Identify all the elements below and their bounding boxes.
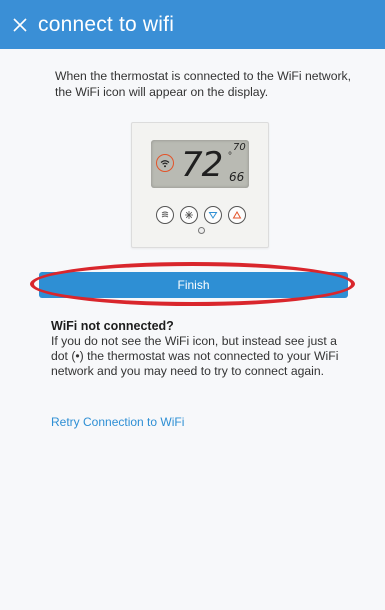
app-header: connect to wifi	[0, 0, 385, 49]
degree-symbol: °	[228, 151, 232, 162]
wifi-icon	[156, 154, 174, 172]
not-connected-text: If you do not see the WiFi icon, but ins…	[51, 334, 339, 379]
outdoor-temperature: 66	[229, 170, 245, 184]
down-arrow-icon	[204, 206, 222, 224]
close-icon[interactable]	[10, 15, 30, 35]
current-temperature: 72	[181, 145, 223, 185]
reset-pinhole	[198, 227, 205, 234]
not-connected-title: WiFi not connected?	[51, 319, 174, 333]
page-title: connect to wifi	[38, 12, 175, 36]
finish-button[interactable]: Finish	[39, 272, 348, 298]
setpoint-temperature: 70	[233, 142, 246, 153]
fan-icon	[156, 206, 174, 224]
intro-text: When the thermostat is connected to the …	[55, 69, 352, 99]
mode-icon	[180, 206, 198, 224]
retry-connection-link[interactable]: Retry Connection to WiFi	[51, 415, 184, 429]
thermostat-display: 72 ° 70 66	[151, 140, 249, 188]
up-arrow-icon	[228, 206, 246, 224]
thermostat-illustration: 72 ° 70 66	[131, 122, 269, 248]
